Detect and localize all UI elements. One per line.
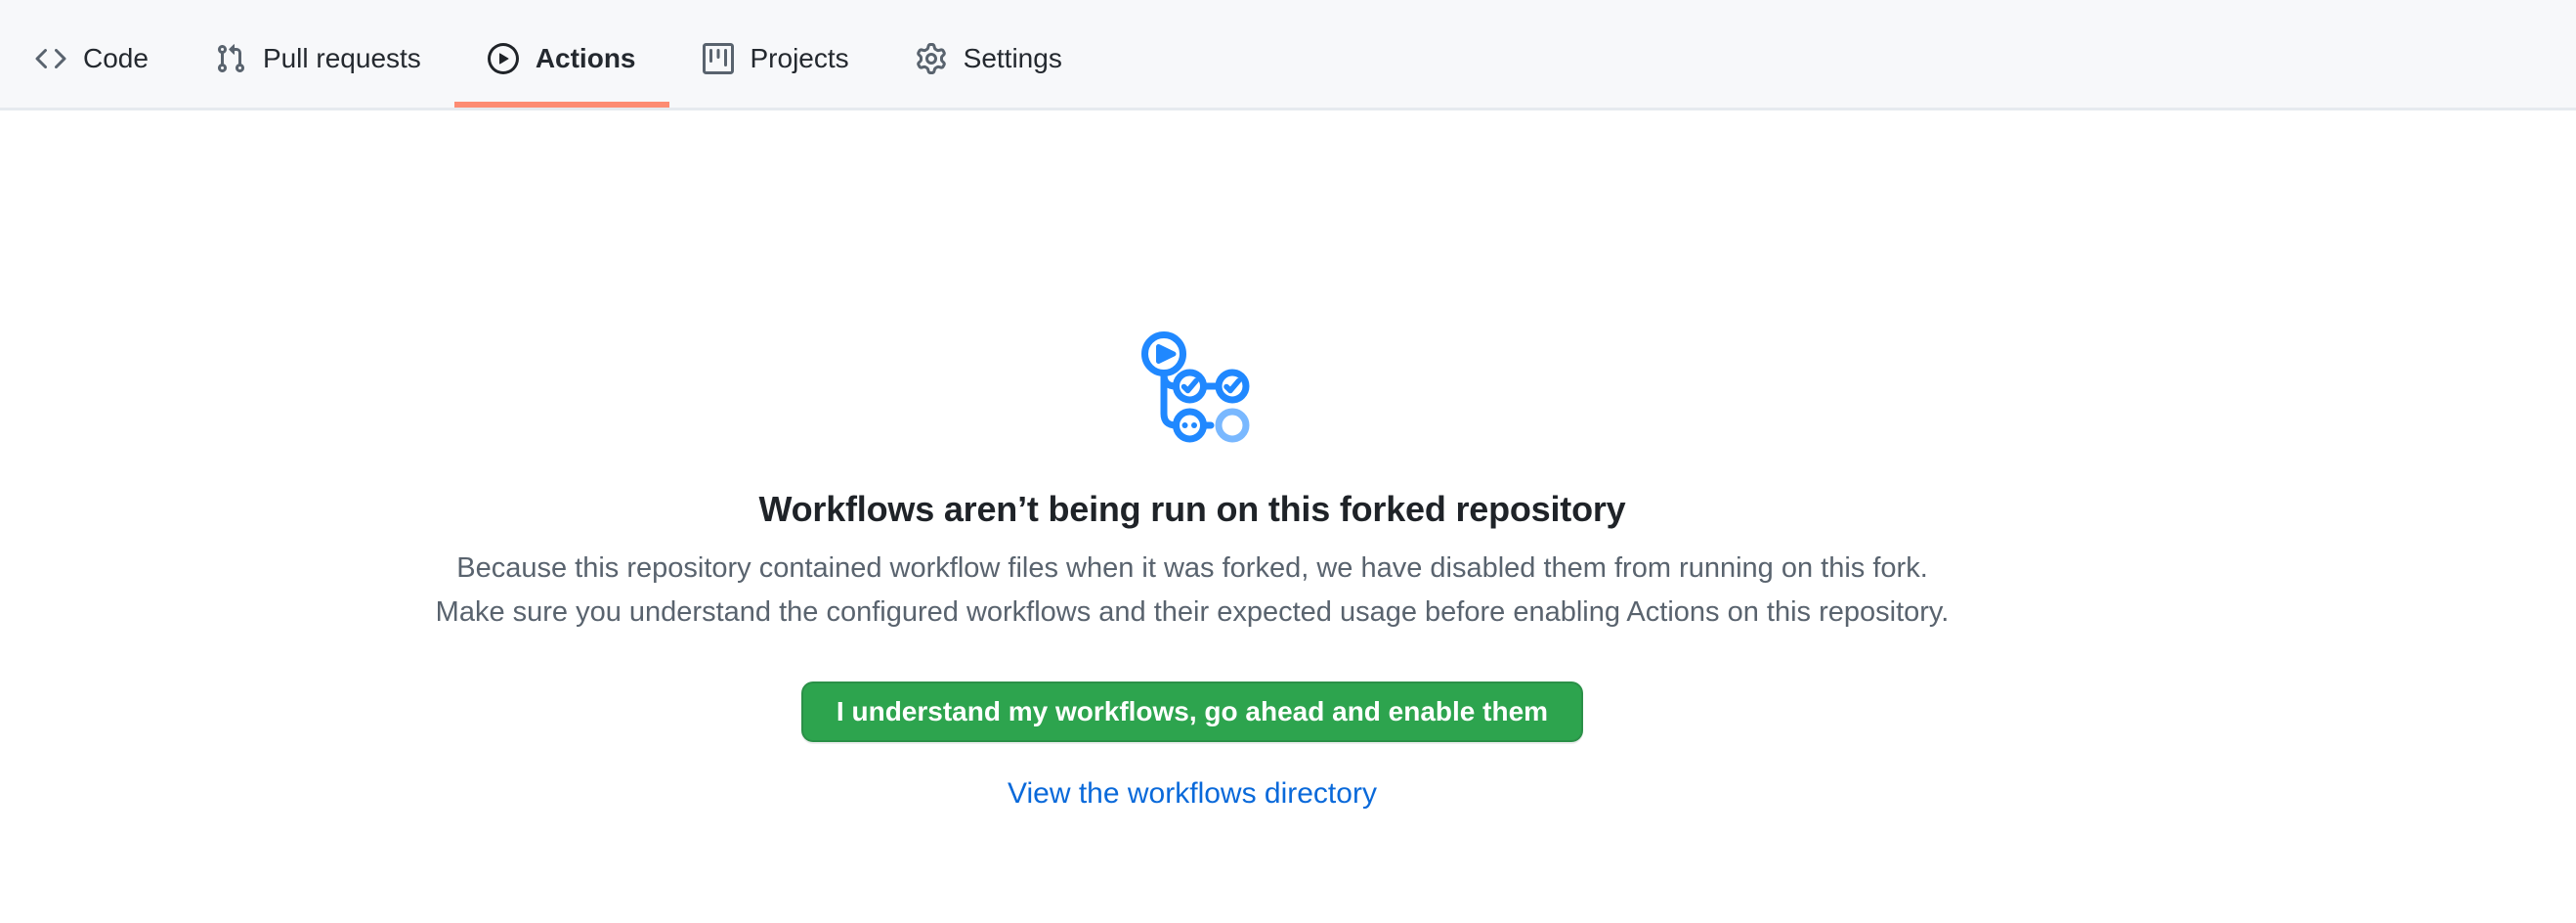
- actions-blankslate: Workflows aren’t being run on this forke…: [0, 110, 2384, 811]
- tab-label: Pull requests: [263, 45, 421, 72]
- workflows-directory-link[interactable]: View the workflows directory: [1008, 777, 1377, 811]
- tab-projects[interactable]: Projects: [669, 10, 882, 108]
- tab-actions[interactable]: Actions: [454, 10, 669, 108]
- code-icon: [35, 43, 66, 74]
- tab-label: Code: [83, 45, 149, 72]
- tab-code[interactable]: Code: [2, 10, 182, 108]
- tab-label: Projects: [751, 45, 849, 72]
- tab-pull-requests[interactable]: Pull requests: [182, 10, 454, 108]
- play-icon: [488, 43, 519, 74]
- blankslate-heading: Workflows aren’t being run on this forke…: [758, 488, 1625, 531]
- tab-label: Actions: [536, 45, 636, 72]
- tab-settings[interactable]: Settings: [882, 10, 1095, 108]
- project-icon: [703, 43, 734, 74]
- blankslate-description: Because this repository contained workfl…: [381, 547, 2003, 635]
- git-pull-request-icon: [215, 43, 246, 74]
- enable-workflows-button[interactable]: I understand my workflows, go ahead and …: [801, 681, 1583, 742]
- repo-tab-bar: Code Pull requests Actions Projects Sett…: [0, 0, 2576, 110]
- tab-label: Settings: [964, 45, 1062, 72]
- gear-icon: [916, 43, 947, 74]
- workflow-graph-icon: [1134, 328, 1251, 445]
